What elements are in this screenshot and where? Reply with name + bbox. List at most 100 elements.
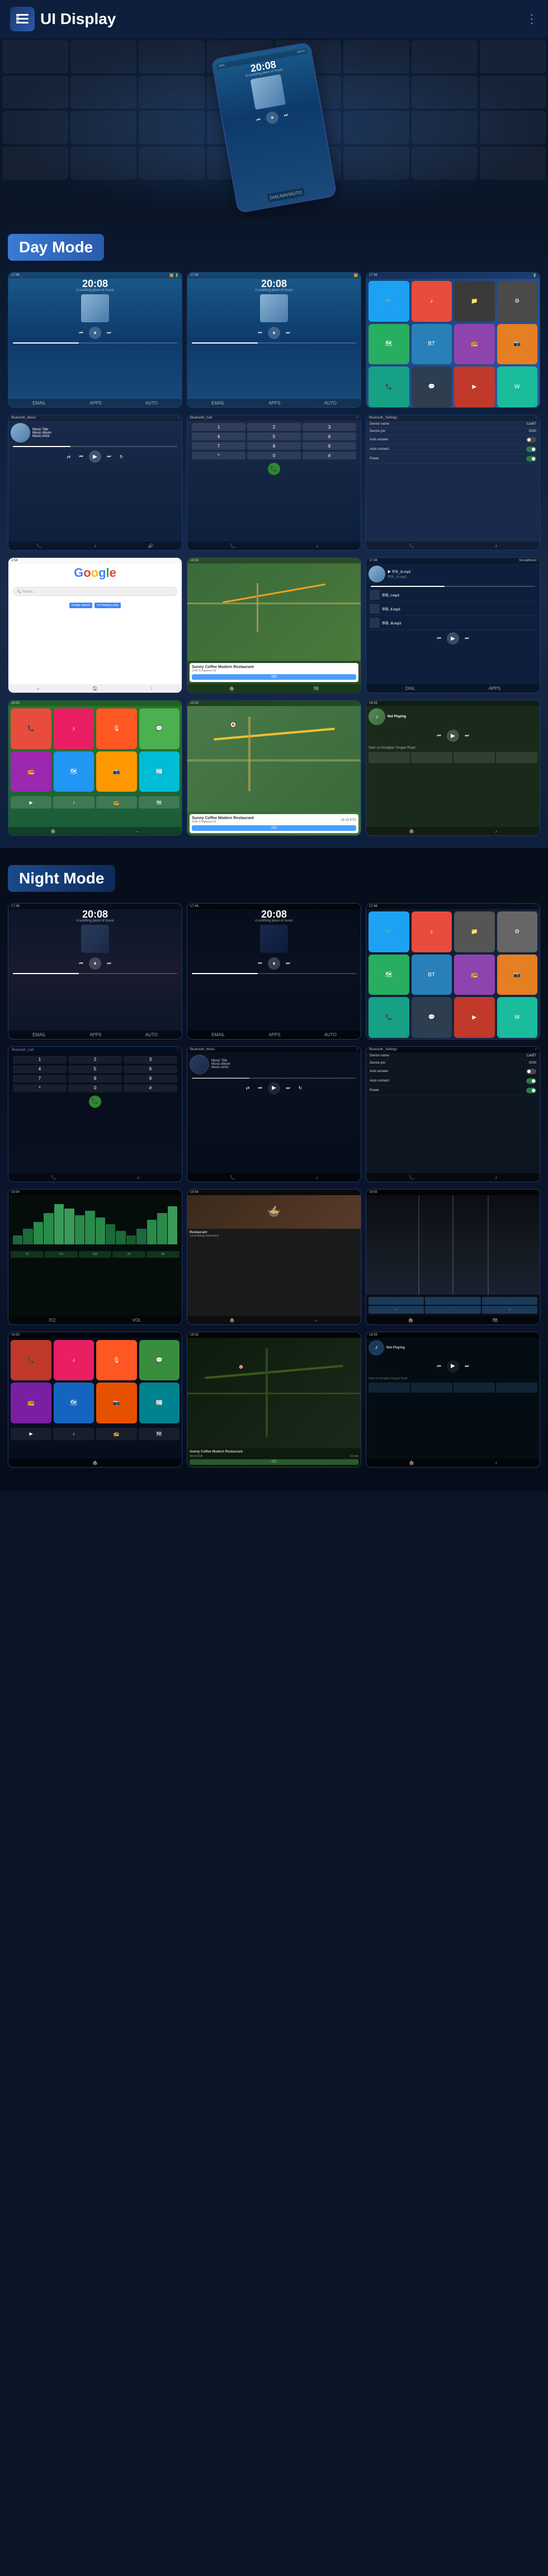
road-btn-1[interactable]: ← — [369, 1297, 424, 1305]
list-item-1[interactable]: 华乐_I.mp3 — [366, 588, 540, 602]
dock-item-3[interactable]: 📻 — [96, 796, 137, 808]
home-nav[interactable]: 🏠 — [50, 829, 56, 834]
phone-nav[interactable]: 📞 — [230, 1175, 235, 1180]
msg-app[interactable]: 💬 — [412, 366, 452, 407]
music-nav[interactable]: ♪ — [495, 1175, 497, 1180]
repeat-btn[interactable]: ↻ — [117, 452, 126, 461]
play-btn[interactable]: ▶ — [447, 632, 459, 645]
key-0[interactable]: 0 — [247, 452, 301, 459]
play-btn[interactable]: ⏸ — [268, 957, 280, 970]
home-nav[interactable]: 🏠 — [409, 1460, 414, 1465]
prev-button[interactable]: ⏮ — [77, 328, 86, 337]
music-app[interactable]: ♪ — [54, 708, 95, 749]
route-nav[interactable]: 🗺 — [492, 1318, 498, 1323]
vol-nav[interactable]: 🔊 — [148, 543, 154, 548]
dock-item-1[interactable]: ▶ — [11, 796, 51, 808]
power-toggle[interactable] — [526, 456, 536, 462]
night-nav-btn-1[interactable] — [369, 1383, 410, 1393]
auto-connect-toggle[interactable] — [526, 446, 536, 452]
eq-band-1[interactable]: 32 — [11, 1251, 44, 1258]
music-nav[interactable]: ♪ — [495, 1460, 497, 1465]
road-btn-5[interactable]: ↓ — [425, 1306, 480, 1314]
next-btn[interactable]: ⏭ — [462, 1362, 471, 1371]
prev-button[interactable]: ⏮ — [77, 452, 86, 461]
next-btn[interactable]: ⏭ — [284, 1084, 292, 1093]
camera-app[interactable]: 📷 — [96, 751, 137, 792]
night-nav-btn-4[interactable] — [496, 1383, 537, 1393]
key-5[interactable]: 5 — [68, 1065, 122, 1073]
lucky-btn[interactable]: I'm Feeling Lucky — [95, 603, 121, 608]
call-button[interactable]: 📞 — [268, 463, 280, 475]
waze-app[interactable]: W — [497, 366, 538, 407]
podcast-app[interactable]: 🎙 — [96, 708, 137, 749]
dock-item-2[interactable]: ♪ — [53, 796, 94, 808]
settings-app[interactable]: ⚙ — [497, 281, 538, 322]
msg-app[interactable]: 💬 — [412, 997, 452, 1038]
apps-nav[interactable]: APPS — [268, 1032, 280, 1037]
play-button[interactable]: ▶ — [89, 450, 101, 463]
key-7[interactable]: 7 — [13, 1075, 67, 1083]
call-button[interactable]: 📞 — [89, 1096, 101, 1108]
files-app[interactable]: 📁 — [454, 281, 495, 322]
road-btn-2[interactable]: ↑ — [425, 1297, 480, 1305]
phone-nav[interactable]: 📞 — [51, 1175, 56, 1180]
phone-app[interactable]: 📞 — [11, 708, 51, 749]
prev-btn[interactable]: ⏮ — [434, 731, 443, 740]
next-button[interactable]: ⏭ — [105, 452, 114, 461]
phone-nav[interactable]: 📞 — [409, 543, 414, 548]
go-button[interactable]: GO — [192, 825, 356, 831]
key-7[interactable]: 7 — [192, 442, 245, 450]
phone-app[interactable]: 📞 — [369, 997, 409, 1038]
power-toggle[interactable] — [526, 1088, 536, 1093]
key-4[interactable]: 4 — [192, 433, 245, 440]
bt-app[interactable]: BT — [412, 324, 452, 365]
prev-btn[interactable]: ⏮ — [256, 1084, 264, 1093]
nav-app[interactable]: 🗺 — [369, 955, 409, 995]
back-nav[interactable]: ← — [314, 1318, 319, 1323]
nav-btn-3[interactable] — [453, 752, 495, 763]
key-9[interactable]: 9 — [124, 1075, 177, 1083]
phone-app[interactable]: 📞 — [369, 366, 409, 407]
eq-band-2[interactable]: 125 — [45, 1251, 78, 1258]
auto-connect-toggle[interactable] — [526, 1078, 536, 1084]
key-0[interactable]: 0 — [68, 1084, 122, 1092]
play-btn[interactable]: ⏸ — [89, 957, 101, 970]
home-nav[interactable]: 🏠 — [409, 829, 414, 834]
next-button[interactable]: ⏭ — [105, 328, 114, 337]
email-nav[interactable]: EMAIL — [32, 401, 46, 406]
shuffle-btn[interactable]: ⇄ — [243, 1084, 252, 1093]
key-9[interactable]: 9 — [303, 442, 356, 450]
camera-app[interactable]: 📷 — [497, 955, 538, 995]
eq-band-3[interactable]: 500 — [79, 1251, 112, 1258]
whatsapp-app[interactable]: 💬 — [139, 708, 180, 749]
dock-night-2[interactable]: ♪ — [53, 1428, 94, 1440]
camera-app[interactable]: 📷 — [96, 1383, 137, 1423]
maps-app[interactable]: 🗺 — [54, 1383, 95, 1423]
prev-btn[interactable]: ⏮ — [256, 959, 264, 968]
nav-btn-1[interactable] — [369, 752, 410, 763]
auto-nav[interactable]: AUTO — [324, 401, 337, 406]
twitter-app[interactable]: 🐦 — [369, 281, 409, 322]
prev-btn[interactable]: ⏮ — [434, 1362, 443, 1371]
next-btn[interactable]: ⏭ — [462, 731, 471, 740]
yt-app[interactable]: ▶ — [454, 366, 495, 407]
key-3[interactable]: 3 — [303, 423, 356, 431]
key-1[interactable]: 1 — [13, 1056, 67, 1064]
key-2[interactable]: 2 — [68, 1056, 122, 1064]
key-star[interactable]: * — [13, 1084, 67, 1092]
phone-nav[interactable]: 📞 — [36, 543, 42, 548]
key-3[interactable]: 3 — [124, 1056, 177, 1064]
email-nav[interactable]: EMAIL — [211, 1032, 225, 1037]
phone-app[interactable]: 📞 — [11, 1340, 51, 1381]
radio-app[interactable]: 📻 — [454, 324, 495, 365]
yt-app[interactable]: ▶ — [454, 997, 495, 1038]
key-8[interactable]: 8 — [247, 442, 301, 450]
maps-app[interactable]: 🗺 — [54, 751, 95, 792]
go-btn-night[interactable]: GO — [190, 1459, 358, 1465]
music-app[interactable]: ♪ — [412, 281, 452, 322]
news-app[interactable]: 📰 — [139, 751, 180, 792]
google-search-bar[interactable]: 🔍 Search... — [13, 587, 177, 596]
menu-icon[interactable]: ⋮ — [526, 12, 538, 26]
auto-answer-toggle[interactable] — [526, 437, 536, 443]
eq-band-4[interactable]: 2K — [112, 1251, 145, 1258]
